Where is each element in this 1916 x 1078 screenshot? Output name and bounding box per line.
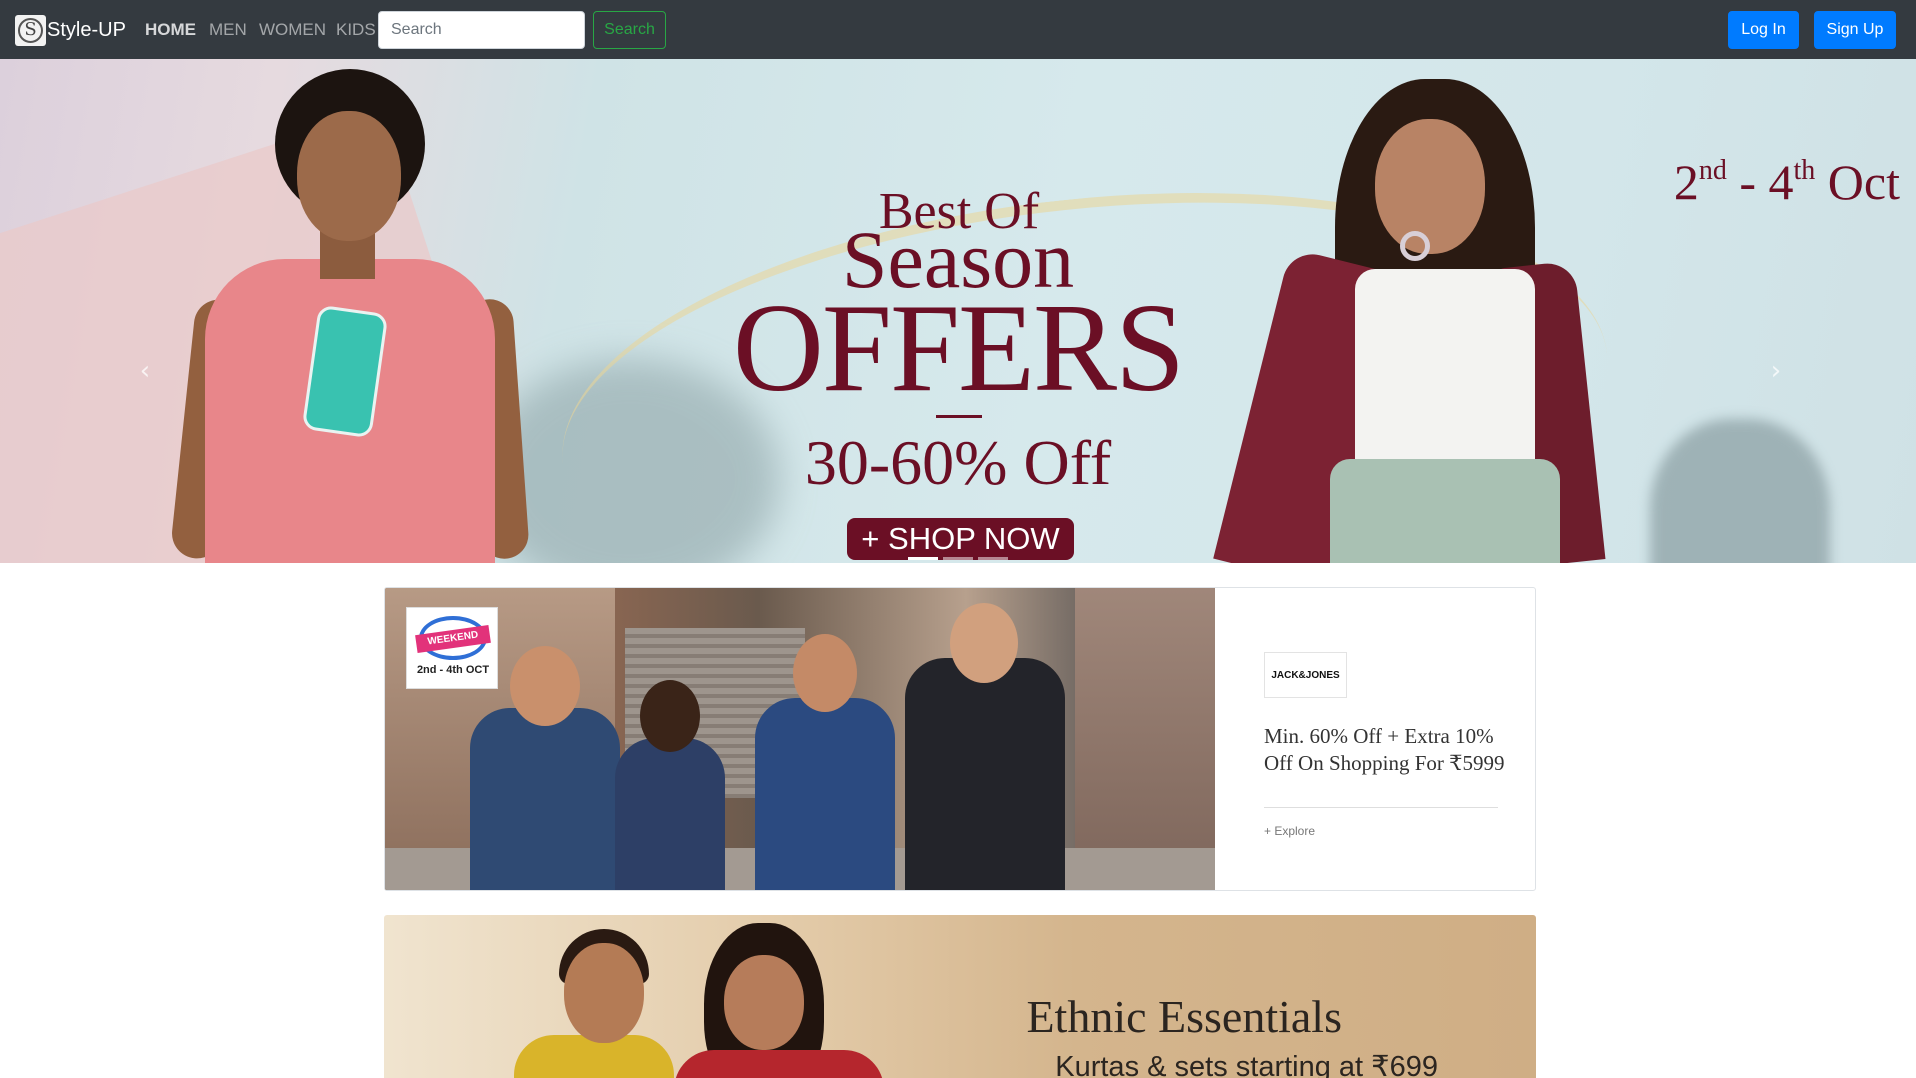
hero-date-month: Oct <box>1815 154 1900 210</box>
hero-carousel: Best Of Season OFFERS 30-60% Off + SHOP … <box>0 59 1916 563</box>
nav-link-men[interactable]: MEN <box>209 20 247 40</box>
ethnic-essentials-banner[interactable]: Ethnic Essentials Kurtas & sets starting… <box>384 915 1536 1078</box>
hero-discount: 30-60% Off <box>804 427 1112 498</box>
hero-divider <box>936 415 982 418</box>
badge-date: 2nd - 4th OCT <box>416 664 490 676</box>
navbar: S Style-UP HOME MEN WOMEN KIDS Search Lo… <box>0 0 1916 59</box>
hero-date-sup2: th <box>1793 155 1816 186</box>
carousel-indicator[interactable] <box>978 557 1008 560</box>
photo-model <box>470 646 620 890</box>
nav-link-women[interactable]: WOMEN <box>259 20 326 40</box>
nav-link-home[interactable]: HOME <box>145 20 196 40</box>
chevron-left-icon: ‹ <box>139 356 151 386</box>
brand-name: Style-UP <box>47 18 126 41</box>
photo-model <box>905 603 1065 890</box>
brand-logo-glyph: S <box>18 17 43 43</box>
hero-date-day1: 2 <box>1673 154 1699 210</box>
hero-date-sup1: nd <box>1698 155 1727 186</box>
carousel-indicators <box>0 557 1916 560</box>
ethnic-subtitle: Kurtas & sets starting at ₹699 <box>1055 1051 1438 1078</box>
hero-date: 2nd - 4th Oct <box>1674 143 1900 210</box>
promo-offer-text: Min. 60% Off + Extra 10% Off On Shopping… <box>1264 724 1505 775</box>
search-input[interactable] <box>378 11 585 49</box>
nav-link-kids[interactable]: KIDS <box>336 20 376 40</box>
carousel-next-button[interactable]: › <box>1765 358 1787 384</box>
hero-headline-offers: OFFERS <box>732 279 1185 418</box>
carousel-indicator[interactable] <box>943 557 973 560</box>
login-button[interactable]: Log In <box>1728 11 1799 49</box>
model-head <box>950 603 1018 683</box>
ethnic-title: Ethnic Essentials <box>1026 991 1342 1042</box>
brand-promo-card[interactable]: WEEKEND 2nd - 4th OCT JACK&JONES Min. 60… <box>384 587 1536 891</box>
weekend-badge: WEEKEND 2nd - 4th OCT <box>406 607 498 689</box>
shop-now-button[interactable]: + SHOP NOW <box>847 518 1074 560</box>
signup-button[interactable]: Sign Up <box>1814 11 1896 49</box>
promo-photo: WEEKEND 2nd - 4th OCT <box>385 588 1215 890</box>
hero-date-day2: 4 <box>1768 154 1794 210</box>
brand-logo-jack-jones: JACK&JONES <box>1264 652 1347 698</box>
brand-link[interactable]: S Style-UP <box>15 14 126 46</box>
carousel-prev-button[interactable]: ‹ <box>134 358 156 384</box>
photo-building <box>1075 588 1215 890</box>
model-head <box>640 680 700 752</box>
hero-date-separator: - <box>1726 154 1769 210</box>
model-head <box>793 634 857 712</box>
explore-link[interactable]: + Explore <box>1264 824 1315 838</box>
model-head <box>510 646 580 726</box>
chevron-right-icon: › <box>1770 356 1782 386</box>
photo-model <box>755 634 895 890</box>
brand-logo: S <box>15 14 46 46</box>
photo-model <box>615 680 725 890</box>
carousel-indicator[interactable] <box>908 557 938 560</box>
promo-divider <box>1264 807 1498 808</box>
search-button[interactable]: Search <box>593 11 666 49</box>
